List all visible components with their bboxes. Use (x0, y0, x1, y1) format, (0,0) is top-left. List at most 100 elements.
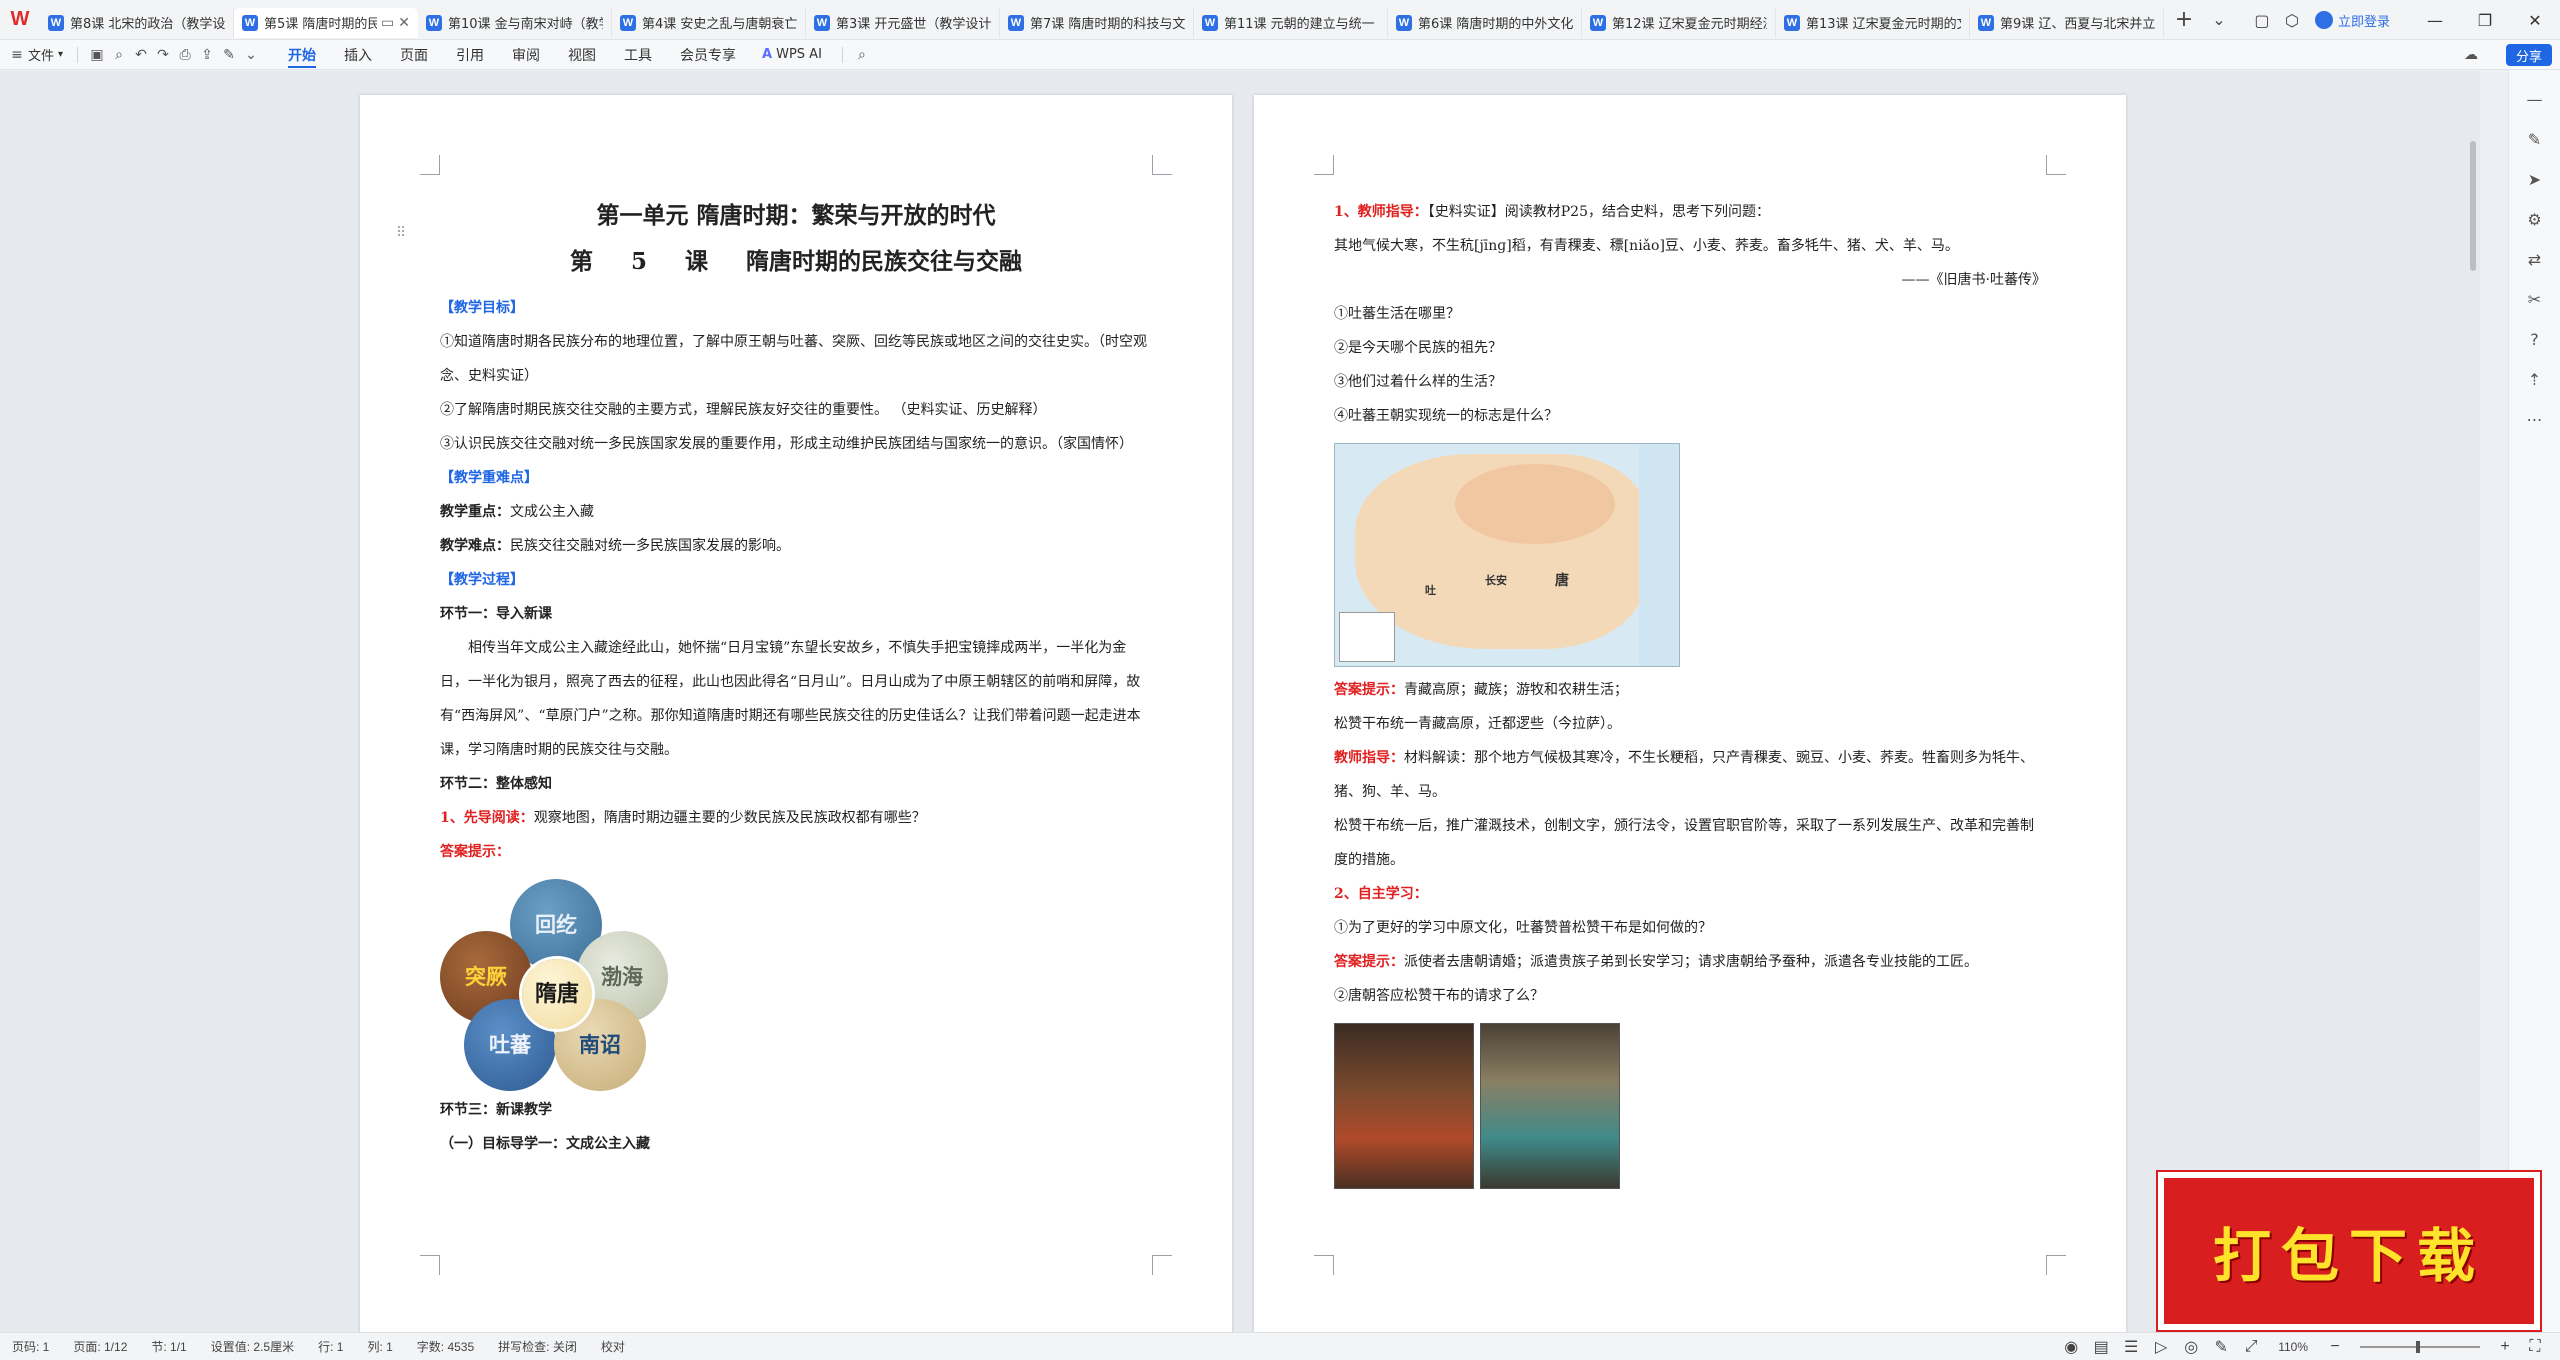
edit-pen-icon[interactable]: ✎ (2520, 124, 2550, 154)
menu-tab-4[interactable]: 引用 (442, 40, 498, 70)
tab-9[interactable]: W 第12课 辽宋夏金元时期经济的繁荣 (1582, 7, 1776, 38)
new-tab-button[interactable]: + (2164, 5, 2204, 35)
status-spellcheck[interactable]: 拼写检查: 关闭 (486, 1338, 589, 1355)
word-doc-icon: W (48, 14, 64, 31)
restore-button[interactable]: ❐ (2460, 0, 2510, 40)
word-doc-icon: W (1396, 14, 1412, 31)
statue-photo-songtsen[interactable] (1334, 1023, 1474, 1189)
self-study-question-2: ②唐朝答应松赞干布的请求了么？ (1334, 988, 1544, 1004)
wps-logo-icon[interactable]: W (0, 0, 40, 40)
status-proof[interactable]: 校对 (589, 1338, 637, 1355)
word-doc-icon: W (1202, 14, 1218, 31)
question-2: ②是今天哪个民族的祖先？ (1334, 340, 1502, 356)
download-package-badge[interactable]: 打包下载 (2158, 1172, 2540, 1330)
menu-tab-7[interactable]: 工具 (610, 40, 666, 70)
statue-photo-wencheng[interactable] (1480, 1023, 1620, 1189)
outline-view-icon[interactable]: ☰ (2116, 1332, 2146, 1360)
settings-sliders-icon[interactable]: ⚙ (2520, 204, 2550, 234)
redo-icon[interactable]: ↷ (152, 44, 174, 66)
tab-4[interactable]: W 第4课 安史之乱与唐朝衰亡（教学设计） (612, 7, 806, 38)
close-window-button[interactable]: ✕ (2510, 0, 2560, 40)
format-painter-icon[interactable]: ✎ (218, 44, 240, 66)
lesson-title: 第 5 课 隋唐时期的民族交往与交融 (569, 248, 1023, 275)
tab-1[interactable]: W 第8课 北宋的政治（教学设计） (40, 7, 234, 38)
cloud-sync-icon[interactable]: ☁ (2460, 44, 2482, 66)
close-tab-icon[interactable]: ✕ (398, 15, 410, 31)
translate-icon[interactable]: ⇄ (2520, 244, 2550, 274)
more-icon[interactable]: ⋯ (2520, 404, 2550, 434)
crop-mark (420, 1255, 440, 1275)
print-icon[interactable]: ⎙ (174, 44, 196, 66)
fit-icon[interactable]: ⤢ (2236, 1332, 2266, 1360)
cube-icon[interactable]: ⬡ (2277, 5, 2307, 35)
status-pages[interactable]: 页面: 1/12 (61, 1338, 139, 1355)
page-view-icon[interactable]: ▤ (2086, 1332, 2116, 1360)
more-chevron-icon[interactable]: ⌄ (240, 44, 262, 66)
vertical-scrollbar[interactable] (2466, 95, 2480, 1332)
zoom-out-icon[interactable]: − (2320, 1332, 2350, 1360)
tab-10[interactable]: W 第13课 辽宋夏金元时期的文化 (1776, 7, 1970, 38)
drag-handle-icon[interactable]: ⠿ (396, 225, 406, 241)
minimize-button[interactable]: — (2410, 0, 2460, 40)
menu-tab-2[interactable]: 插入 (330, 40, 386, 70)
menu-tab-3[interactable]: 页面 (386, 40, 442, 70)
tab-2[interactable]: W 第5课 隋唐时期的民族交往与交融▭✕ (234, 7, 418, 38)
tab-11[interactable]: W 第9课 辽、西夏与北宋并立 (1970, 7, 2164, 38)
tab-window-icon[interactable]: ▭ (381, 15, 394, 31)
search-doc-icon[interactable]: ⌕ (108, 44, 130, 66)
save-icon[interactable]: ▣ (86, 44, 108, 66)
menu-tab-1[interactable]: 开始 (274, 40, 330, 70)
window-layout-icon[interactable]: ▢ (2247, 5, 2277, 35)
ribbon-toolbar: ≡ 文件 ▾ ▣ ⌕ ↶ ↷ ⎙ ⇪ ✎ ⌄ 开始 插入 页面 引用 审阅 视图 工具 会员专享 … (0, 40, 2560, 70)
export-icon[interactable]: ⇪ (196, 44, 218, 66)
zoom-in-icon[interactable]: + (2490, 1332, 2520, 1360)
status-row[interactable]: 行: 1 (306, 1338, 355, 1355)
document-page-1[interactable]: ⠿ 第一单元 隋唐时期：繁荣与开放的时代 第 5 课 隋唐时期的民族交往与交融 … (360, 95, 1232, 1332)
wps-ai-button[interactable]: A WPS AI (750, 47, 834, 62)
menu-tab-8[interactable]: 会员专享 (666, 40, 750, 70)
zoom-level[interactable]: 110% (2266, 1340, 2320, 1354)
ethnic-groups-diagram[interactable]: 回纥 突厥 渤海 吐蕃 南诏 隋唐 (440, 879, 680, 1091)
share-button[interactable]: 分享 (2505, 44, 2552, 66)
edit-view-icon[interactable]: ✎ (2206, 1332, 2236, 1360)
tab-list-chevron-icon[interactable]: ⌄ (2204, 5, 2234, 35)
tang-territory-map[interactable]: 长安 唐 吐 (1334, 443, 1680, 667)
play-icon[interactable]: ▷ (2146, 1332, 2176, 1360)
document-canvas[interactable]: ⠿ 第一单元 隋唐时期：繁荣与开放的时代 第 5 课 隋唐时期的民族交往与交融 … (0, 71, 2480, 1332)
eye-icon[interactable]: ◉ (2056, 1332, 2086, 1360)
tab-6[interactable]: W 第7课 隋唐时期的科技与文化 (1000, 7, 1194, 38)
tab-label: 第7课 隋唐时期的科技与文化 (1030, 17, 1185, 32)
teacher-guide-2: 教师指导：材料解读：那个地方气候极其寒冷，不生长粳稻，只产青稞麦、豌豆、小麦、荞… (1334, 750, 2034, 800)
status-setting[interactable]: 设置值: 2.5厘米 (199, 1338, 306, 1355)
key-point: 教学重点：文成公主入藏 (440, 504, 594, 520)
search-icon[interactable]: ⌕ (851, 44, 873, 66)
tab-label: 第6课 隋唐时期的中外文化交流 (1418, 17, 1573, 32)
web-view-icon[interactable]: ◎ (2176, 1332, 2206, 1360)
cloud-upload-icon[interactable]: ⇡ (2520, 364, 2550, 394)
word-doc-icon: W (1590, 14, 1606, 31)
tab-5[interactable]: W 第3课 开元盛世（教学设计） (806, 7, 1000, 38)
fullscreen-icon[interactable]: ⛶ (2520, 1332, 2550, 1360)
file-menu[interactable]: ≡ 文件 ▾ (0, 42, 69, 68)
status-section[interactable]: 节: 1/1 (139, 1338, 198, 1355)
status-page[interactable]: 页码: 1 (0, 1338, 61, 1355)
undo-icon[interactable]: ↶ (130, 44, 152, 66)
collapse-icon[interactable]: — (2520, 84, 2550, 114)
tab-3[interactable]: W 第10课 金与南宋对峙（教学设计） (418, 7, 612, 38)
tools-icon[interactable]: ✂ (2520, 284, 2550, 314)
status-wordcount[interactable]: 字数: 4535 (405, 1338, 486, 1355)
hamburger-icon: ≡ (11, 46, 23, 63)
tab-7[interactable]: W 第11课 元朝的建立与统一（教学设计） (1194, 7, 1388, 38)
question-4: ④吐蕃王朝实现统一的标志是什么？ (1334, 408, 1558, 424)
zoom-slider[interactable] (2360, 1341, 2480, 1353)
cursor-select-icon[interactable]: ➤ (2520, 164, 2550, 194)
status-col[interactable]: 列: 1 (355, 1338, 404, 1355)
document-page-2[interactable]: 1、教师指导：【史料实证】阅读教材P25，结合史料，思考下列问题： 其地气候大寒… (1254, 95, 2126, 1332)
login-button[interactable]: 立即登录 (2314, 11, 2390, 30)
tab-8[interactable]: W 第6课 隋唐时期的中外文化交流 (1388, 7, 1582, 38)
help-icon[interactable]: ? (2520, 324, 2550, 354)
scrollbar-thumb[interactable] (2470, 141, 2476, 271)
menu-tab-6[interactable]: 视图 (554, 40, 610, 70)
source-quote: 其地气候大寒，不生秔[jīnɡ]稻，有青稞麦、䅺[niǎo]豆、小麦、荞麦。畜多… (1334, 238, 1959, 254)
menu-tab-5[interactable]: 审阅 (498, 40, 554, 70)
